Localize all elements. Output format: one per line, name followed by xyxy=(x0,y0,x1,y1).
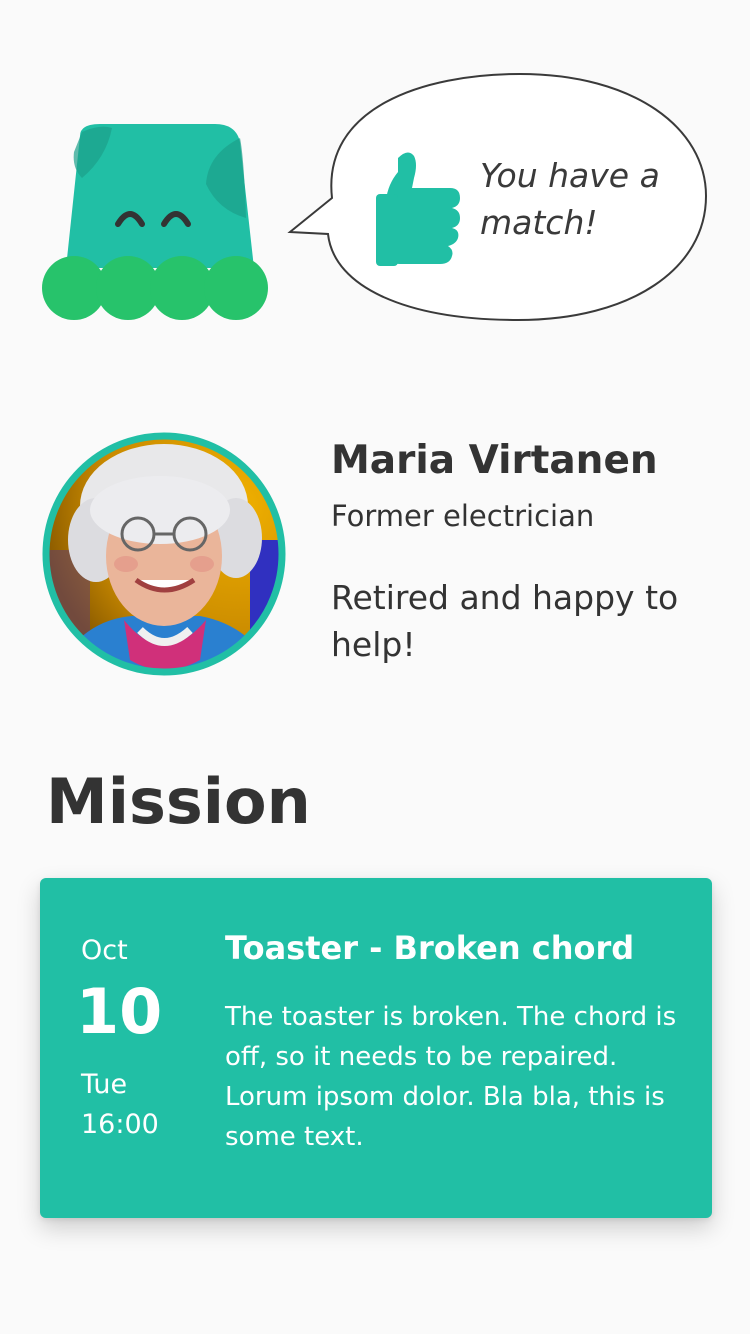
avatar[interactable] xyxy=(40,430,288,678)
mission-weekday: Tue xyxy=(81,1069,128,1100)
mission-title: Toaster - Broken chord xyxy=(225,929,635,967)
mission-card[interactable]: Oct 10 Tue 16:00 Toaster - Broken chord … xyxy=(40,878,712,1218)
mascot-illustration xyxy=(42,124,268,320)
mission-heading: Mission xyxy=(46,765,311,838)
profile-name: Maria Virtanen xyxy=(331,438,658,483)
mission-description: The toaster is broken. The chord is off,… xyxy=(225,1002,677,1152)
profile-role: Former electrician xyxy=(331,499,595,533)
profile-bio: Retired and happy to help! xyxy=(331,578,679,664)
mission-time: 16:00 xyxy=(81,1109,159,1140)
match-message: You have a match! xyxy=(480,156,660,242)
mission-month: Oct xyxy=(81,935,128,966)
mission-day: 10 xyxy=(76,975,163,1048)
